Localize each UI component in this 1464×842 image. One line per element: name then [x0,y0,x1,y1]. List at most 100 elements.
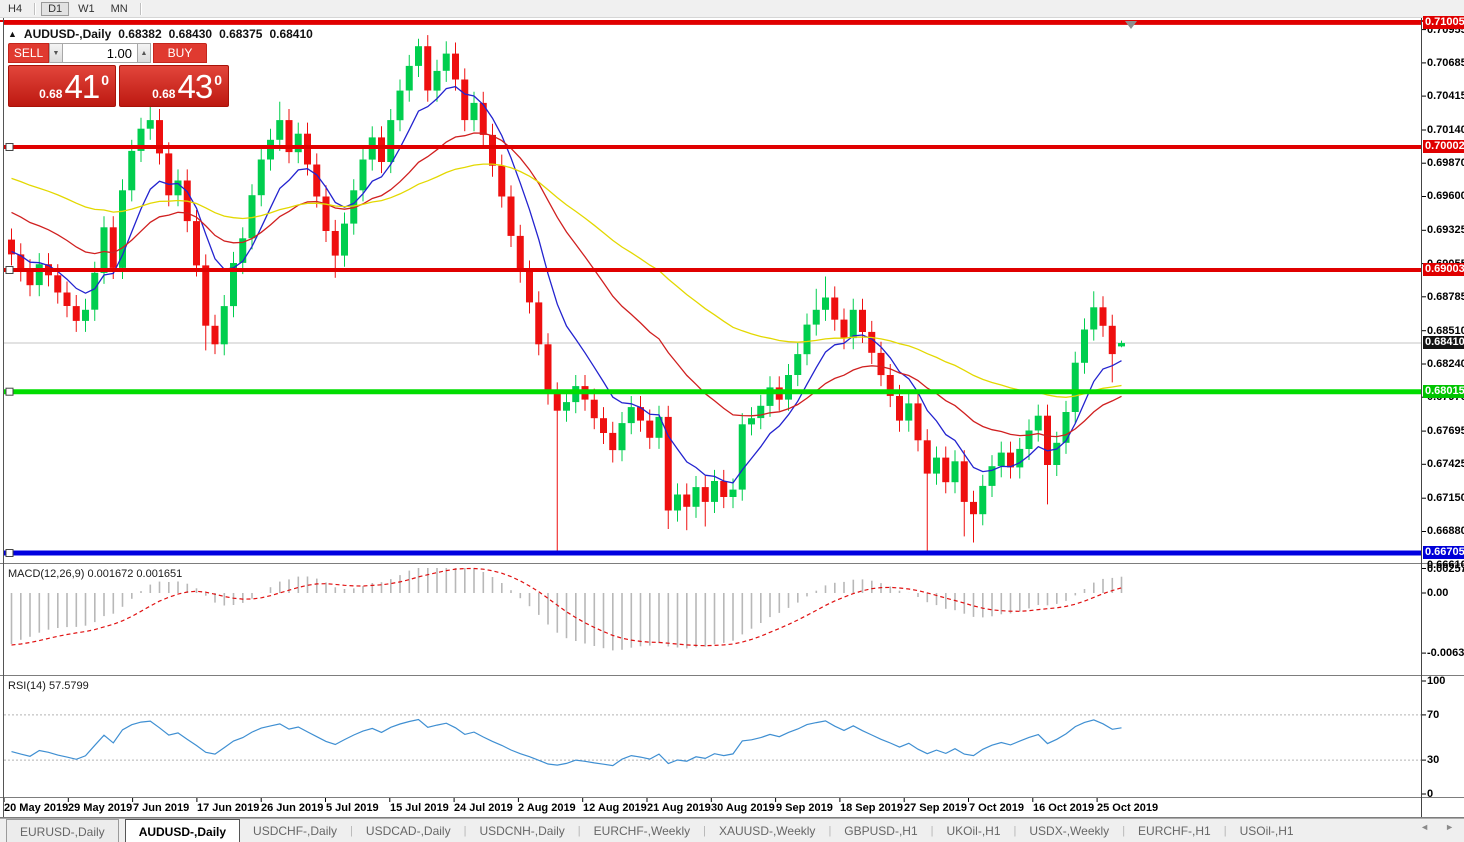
candle [82,310,89,321]
price-badge: 0.69003 [1423,263,1464,276]
price-badge: 0.66705 [1423,546,1464,559]
candle [313,165,320,197]
candle [378,137,385,162]
candle [739,424,746,489]
candle [406,66,413,91]
date-axis-label: 7 Oct 2019 [969,802,1024,814]
line-handle [6,267,13,274]
buy-price-pips: 43 [177,72,212,102]
price-axis-separator [1421,18,1422,817]
chart-tab-eurchf-h1[interactable]: EURCHF-,H1 [1125,819,1224,842]
quote-open: 0.68382 [118,27,161,41]
trading-terminal: H4 D1 W1 MN ▲ AUDUSD-,Daily 0.68382 0.68… [0,0,1464,842]
chart-tab-eurusd-daily[interactable]: EURUSD-,Daily [6,819,119,842]
date-axis-label: 7 Jun 2019 [133,802,189,814]
candle [415,46,422,66]
candle [332,231,339,256]
date-axis-label: 26 Jun 2019 [261,802,323,814]
chart-tab-gbpusd-h1[interactable]: GBPUSD-,H1 [831,819,930,842]
price-axis-label: 0.68240 [1427,358,1464,370]
price-axis-label: 0.69325 [1427,224,1464,236]
date-axis-label: 20 May 2019 [4,802,68,814]
chart-canvas[interactable] [0,0,1464,842]
volume-decrease-button[interactable]: ▼ [49,43,63,63]
quote-high: 0.68430 [169,27,212,41]
volume-input[interactable] [63,43,137,63]
volume-increase-button[interactable]: ▲ [137,43,151,63]
candle [221,306,228,344]
candle [1035,416,1042,431]
candle [535,302,542,344]
candle [434,71,441,91]
candle [979,486,986,514]
macd-histogram [12,568,1122,650]
chart-tab-xauusd-weekly[interactable]: XAUUSD-,Weekly [706,819,828,842]
symbol-title: AUDUSD-,Daily [24,27,111,41]
rsi-axis-label: 70 [1427,709,1464,721]
date-axis-label: 9 Sep 2019 [776,802,833,814]
price-badge: 0.70002 [1423,140,1464,153]
price-axis-label: 0.68785 [1427,291,1464,303]
rsi-axis-label: 0 [1427,788,1464,800]
candle [101,227,108,273]
candle [147,120,154,129]
chart-tab-usdchf-daily[interactable]: USDCHF-,Daily [240,819,350,842]
tab-scroll-right-icon[interactable]: ► [1445,822,1454,832]
buy-price-button[interactable]: 0.68 43 0 [119,65,229,107]
price-axis-label: 0.67425 [1427,458,1464,470]
candle [1072,363,1079,412]
chart-tab-eurchf-weekly[interactable]: EURCHF-,Weekly [581,819,703,842]
tab-scroll-arrows: ◄ ► [1420,822,1454,832]
macd-axis-label: 0.00 [1427,587,1464,599]
macd-label: MACD(12,26,9) 0.001672 0.001651 [8,568,182,580]
candle [628,407,635,423]
price-badge: 0.68410 [1423,336,1464,349]
tab-scroll-left-icon[interactable]: ◄ [1420,822,1429,832]
sell-price-prefix: 0.68 [39,87,62,101]
mouse-pointer-marker [1125,21,1137,29]
candle [905,403,912,420]
candle [397,91,404,121]
date-axis-label: 29 May 2019 [68,802,132,814]
rsi-axis-label: 100 [1427,675,1464,687]
candle [323,197,330,232]
candle [295,134,302,153]
candlesticks [8,35,1125,552]
date-axis-label: 17 Jun 2019 [197,802,259,814]
chart-tab-audusd-daily[interactable]: AUDUSD-,Daily [125,819,240,842]
chart-tab-ukoil-h1[interactable]: UKOil-,H1 [934,819,1014,842]
line-handle [6,144,13,151]
candle [360,160,367,191]
candle [591,400,598,419]
candle [461,80,468,121]
sell-button[interactable]: SELL [8,43,49,63]
one-click-trade-panel: SELL ▼ ▲ BUY 0.68 41 0 0.68 43 0 [8,43,230,107]
line-handle [6,550,13,557]
candle [110,227,117,268]
rsi-axis-label: 30 [1427,754,1464,766]
chart-tab-usdcnh-daily[interactable]: USDCNH-,Daily [466,819,577,842]
price-badge: 0.68015 [1423,385,1464,398]
candle [175,181,182,196]
candle [498,166,505,197]
candle [36,264,43,285]
chart-tab-usdx-weekly[interactable]: USDX-,Weekly [1016,819,1122,842]
chart-tab-usoil-h1[interactable]: USOil-,H1 [1227,819,1307,842]
candle [276,120,283,140]
buy-button[interactable]: BUY [153,43,207,63]
candle [730,490,737,497]
date-axis-label: 2 Aug 2019 [518,802,576,814]
candle [1026,431,1033,450]
panel-separators [0,564,1464,819]
trade-top-row: SELL ▼ ▲ BUY [8,43,230,63]
price-axis-label: 0.70685 [1427,57,1464,69]
sell-price-button[interactable]: 0.68 41 0 [8,65,116,107]
candle [600,418,607,433]
candle [54,275,61,292]
candle [924,440,931,473]
price-axis-label: 0.67150 [1427,492,1464,504]
chart-tab-usdcad-daily[interactable]: USDCAD-,Daily [353,819,464,842]
candle [387,120,394,162]
candle [1016,449,1023,468]
price-axis-label: 0.69870 [1427,157,1464,169]
